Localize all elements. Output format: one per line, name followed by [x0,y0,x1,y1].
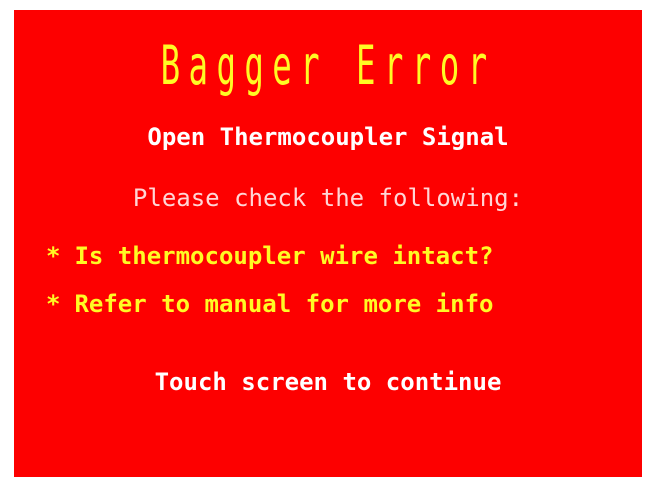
checklist-item-text: Is thermocoupler wire intact? [74,242,494,270]
bullet-asterisk-icon: * [46,242,61,270]
error-screen[interactable]: Bagger Error Open Thermocoupler Signal P… [14,10,642,477]
checklist-item: * Is thermocoupler wire intact? [46,241,493,271]
error-title: Bagger Error [14,36,642,96]
continue-instruction: Touch screen to continue [154,368,502,396]
checklist-item: * Refer to manual for more info [46,289,493,319]
checklist-item-text: Refer to manual for more info [74,290,494,318]
error-title-text: Bagger Error [160,34,496,97]
bullet-asterisk-icon: * [46,290,61,318]
error-message: Open Thermocoupler Signal [147,123,509,151]
check-prompt: Please check the following: [132,184,524,212]
